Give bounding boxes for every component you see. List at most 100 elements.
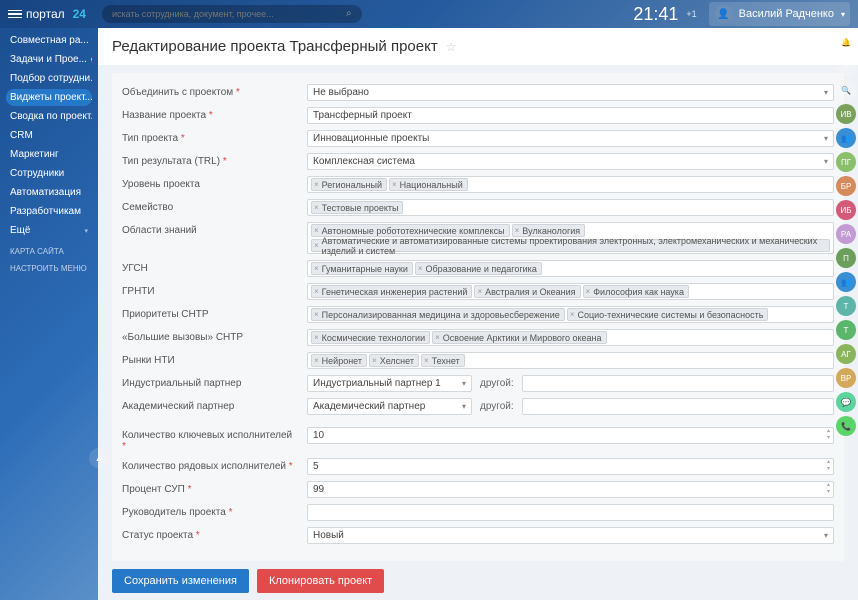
rail-icon[interactable]: 👥	[836, 128, 856, 148]
merge-select[interactable]: Не выбрано	[307, 84, 834, 101]
rail-icon[interactable]: ?	[836, 56, 856, 76]
rail-icon[interactable]: АГ	[836, 344, 856, 364]
scroll-top-button[interactable]: ▲	[89, 448, 109, 468]
sidebar-item[interactable]: Разработчикам	[6, 203, 92, 220]
sidebar-sitemap[interactable]: КАРТА САЙТА	[6, 247, 92, 256]
acad-partner-select[interactable]: Академический партнер	[307, 398, 472, 415]
trl-select[interactable]: Комплексная система	[307, 153, 834, 170]
rail-icon[interactable]: БР	[836, 176, 856, 196]
ind-partner-select[interactable]: Индустриальный партнер 1	[307, 375, 472, 392]
rail-icon[interactable]: 🔔	[836, 32, 856, 52]
sidebar-item[interactable]: Виджеты проект...	[6, 89, 92, 106]
remove-tag-icon[interactable]: ×	[435, 333, 440, 342]
remove-tag-icon[interactable]: ×	[314, 264, 319, 273]
nti-tags[interactable]: ×Нейронет×Хелснет×Технет	[307, 352, 834, 369]
remove-tag-icon[interactable]: ×	[314, 203, 319, 212]
remove-tag-icon[interactable]: ×	[314, 333, 319, 342]
grnti-tags[interactable]: ×Генетическая инженерия растений×Австрал…	[307, 283, 834, 300]
sidebar-item[interactable]: Задачи и Прое...4	[6, 51, 92, 68]
remove-tag-icon[interactable]: ×	[515, 226, 520, 235]
ugsn-tags[interactable]: ×Гуманитарные науки×Образование и педаго…	[307, 260, 834, 277]
lead-input[interactable]	[307, 504, 834, 521]
sidebar-config[interactable]: НАСТРОИТЬ МЕНЮ	[6, 264, 92, 273]
rail-icon[interactable]: 🔍	[836, 80, 856, 100]
sidebar-item[interactable]: Автоматизация	[6, 184, 92, 201]
rail-icon[interactable]: ИВ	[836, 104, 856, 124]
form-row-regular_exec: Количество рядовых исполнителей *	[122, 455, 834, 478]
rail-icon[interactable]: ВР	[836, 368, 856, 388]
star-icon[interactable]: ☆	[446, 40, 457, 54]
user-menu[interactable]: 👤 Василий Радченко	[709, 2, 850, 26]
remove-tag-icon[interactable]: ×	[570, 310, 575, 319]
family-tags[interactable]: ×Тестовые проекты	[307, 199, 834, 216]
tag[interactable]: ×Национальный	[389, 178, 468, 191]
sidebar-item[interactable]: Сотрудники	[6, 165, 92, 182]
rail-icon[interactable]: ПГ	[836, 152, 856, 172]
hamburger-icon[interactable]	[8, 10, 22, 19]
tag[interactable]: ×Хелснет	[369, 354, 419, 367]
knowledge-tags[interactable]: ×Автономные робототехнические комплексы×…	[307, 222, 834, 254]
rail-icon[interactable]: 📞	[836, 416, 856, 436]
rail-icon[interactable]: Т	[836, 320, 856, 340]
ind-partner-other-input[interactable]	[522, 375, 834, 392]
sidebar-item[interactable]: Подбор сотрудни...	[6, 70, 92, 87]
tag[interactable]: ×Региональный	[311, 178, 387, 191]
remove-tag-icon[interactable]: ×	[477, 287, 482, 296]
label-acad_partner: Академический партнер	[122, 398, 297, 412]
big-tags[interactable]: ×Космические технологии×Освоение Арктики…	[307, 329, 834, 346]
type-select[interactable]: Инновационные проекты	[307, 130, 834, 147]
clone-button[interactable]: Клонировать проект	[257, 569, 384, 593]
tag[interactable]: ×Космические технологии	[311, 331, 430, 344]
save-button[interactable]: Сохранить изменения	[112, 569, 249, 593]
regular-exec-input[interactable]	[307, 458, 834, 475]
rail-icon[interactable]: П	[836, 248, 856, 268]
sidebar-item[interactable]: Ещё▾	[6, 222, 92, 239]
sidebar-item[interactable]: Маркетинг	[6, 146, 92, 163]
sntr-tags[interactable]: ×Персонализированная медицина и здоровье…	[307, 306, 834, 323]
remove-tag-icon[interactable]: ×	[314, 226, 319, 235]
rail-icon[interactable]: ИБ	[836, 200, 856, 220]
name-input[interactable]	[307, 107, 834, 124]
level-tags[interactable]: ×Региональный×Национальный	[307, 176, 834, 193]
remove-tag-icon[interactable]: ×	[418, 264, 423, 273]
page-header: Редактирование проекта Трансферный проек…	[98, 28, 858, 65]
remove-tag-icon[interactable]: ×	[314, 356, 319, 365]
rail-icon[interactable]: Т	[836, 296, 856, 316]
remove-tag-icon[interactable]: ×	[372, 356, 377, 365]
tag[interactable]: ×Социо-технические системы и безопасност…	[567, 308, 769, 321]
search-icon[interactable]: ⌕	[346, 8, 352, 19]
remove-tag-icon[interactable]: ×	[392, 180, 397, 189]
search-input[interactable]	[102, 5, 362, 23]
control-nti: ×Нейронет×Хелснет×Технет	[307, 352, 834, 369]
rail-icon[interactable]: РА	[836, 224, 856, 244]
control-key_exec	[307, 427, 834, 444]
rail-icon[interactable]: 💬	[836, 392, 856, 412]
control-level: ×Региональный×Национальный	[307, 176, 834, 193]
tag[interactable]: ×Нейронет	[311, 354, 367, 367]
tag[interactable]: ×Персонализированная медицина и здоровье…	[311, 308, 565, 321]
logo[interactable]: портал 24	[8, 7, 86, 21]
tag[interactable]: ×Тестовые проекты	[311, 201, 403, 214]
tag[interactable]: ×Технет	[421, 354, 465, 367]
tag[interactable]: ×Генетическая инженерия растений	[311, 285, 472, 298]
tag[interactable]: ×Образование и педагогика	[415, 262, 542, 275]
remove-tag-icon[interactable]: ×	[314, 310, 319, 319]
sidebar-item[interactable]: CRM	[6, 127, 92, 144]
rail-icon[interactable]: 👥	[836, 272, 856, 292]
tag[interactable]: ×Философия как наука	[583, 285, 689, 298]
tag[interactable]: ×Освоение Арктики и Мирового океана	[432, 331, 606, 344]
remove-tag-icon[interactable]: ×	[314, 287, 319, 296]
sidebar-item[interactable]: Совместная ра...▾	[6, 32, 92, 49]
sidebar-item[interactable]: Сводка по проект...	[6, 108, 92, 125]
tag[interactable]: ×Гуманитарные науки	[311, 262, 413, 275]
remove-tag-icon[interactable]: ×	[314, 180, 319, 189]
remove-tag-icon[interactable]: ×	[586, 287, 591, 296]
acad-partner-other-input[interactable]	[522, 398, 834, 415]
tag[interactable]: ×Австралия и Океания	[474, 285, 580, 298]
key-exec-input[interactable]	[307, 427, 834, 444]
remove-tag-icon[interactable]: ×	[424, 356, 429, 365]
remove-tag-icon[interactable]: ×	[314, 241, 319, 250]
tag[interactable]: ×Автоматические и автоматизированные сис…	[311, 239, 830, 252]
status-select[interactable]: Новый	[307, 527, 834, 544]
sup-input[interactable]	[307, 481, 834, 498]
